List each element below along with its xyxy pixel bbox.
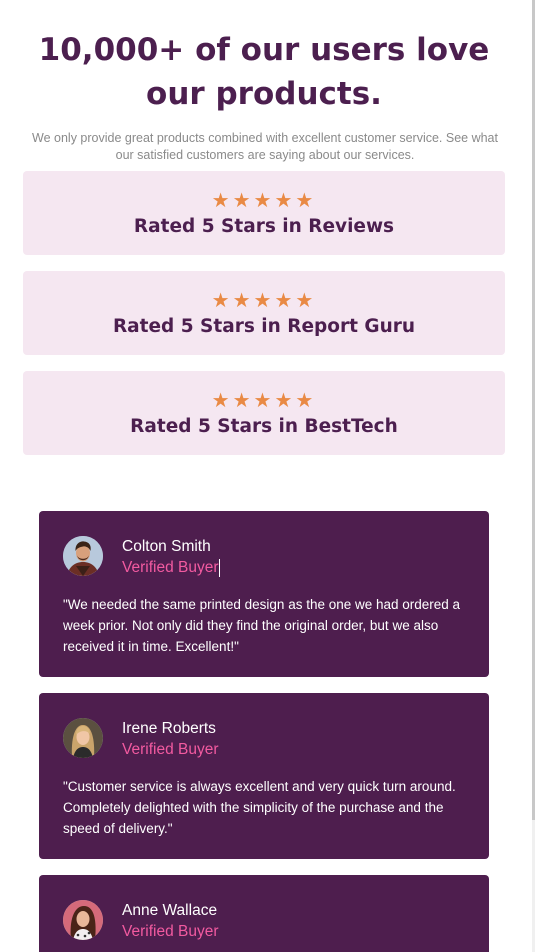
five-star-rating-icon: ★★★★★	[211, 188, 317, 212]
review-card: Irene Roberts Verified Buyer "Customer s…	[39, 693, 489, 859]
verified-buyer-badge: Verified Buyer	[122, 923, 219, 940]
five-star-rating-icon: ★★★★★	[211, 288, 317, 312]
page-subtitle: We only provide great products combined …	[32, 131, 498, 162]
avatar	[63, 718, 103, 758]
rating-title: Rated 5 Stars in BestTech	[130, 416, 398, 437]
rating-title: Rated 5 Stars in Reviews	[133, 216, 395, 237]
verified-buyer-badge: Verified Buyer	[122, 559, 219, 576]
verified-buyer-badge: Verified Buyer	[122, 741, 219, 758]
rating-card-besttech: ★★★★★ Rated 5 Stars in BestTech	[23, 371, 505, 455]
page-headline: 10,000+ of our users love our products.	[38, 32, 490, 112]
rating-title: Rated 5 Stars in Report Guru	[112, 316, 416, 337]
rating-card-report-guru: ★★★★★ Rated 5 Stars in Report Guru	[23, 271, 505, 355]
reviewer-name: Colton Smith	[122, 538, 211, 555]
avatar	[63, 536, 103, 576]
avatar	[63, 900, 103, 940]
rating-card-reviews: ★★★★★ Rated 5 Stars in Reviews	[23, 171, 505, 255]
reviewer-name: Anne Wallace	[122, 902, 218, 919]
five-star-rating-icon: ★★★★★	[211, 388, 317, 412]
reviewer-name: Irene Roberts	[122, 720, 216, 737]
text-cursor	[219, 559, 220, 577]
review-card: Anne Wallace Verified Buyer	[39, 875, 489, 952]
review-quote: "We needed the same printed design as th…	[63, 597, 461, 654]
review-quote: "Customer service is always excellent an…	[63, 779, 456, 836]
review-card: Colton Smith Verified Buyer "We needed t…	[39, 511, 489, 677]
